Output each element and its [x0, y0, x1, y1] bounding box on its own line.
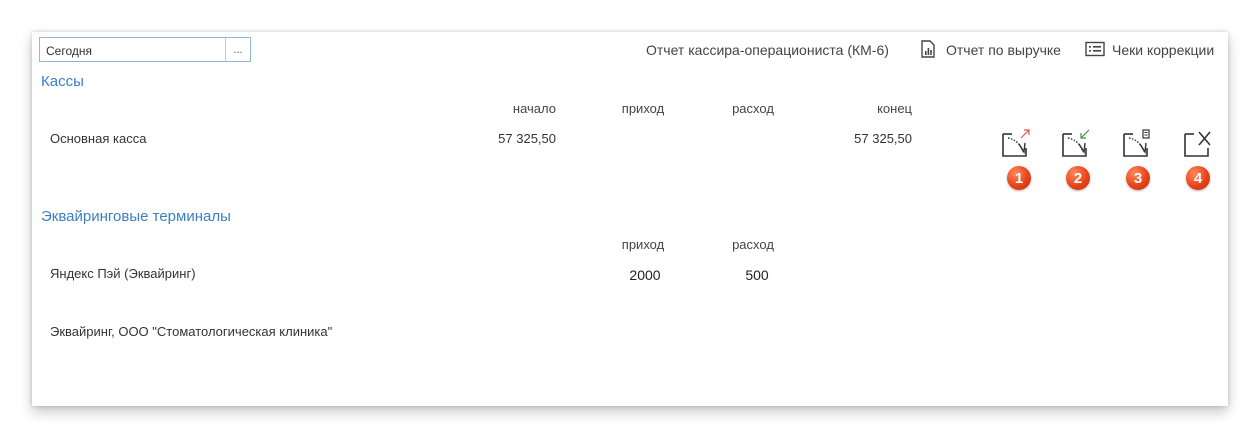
badge-4: 4 [1186, 166, 1210, 190]
badge-1: 1 [1007, 166, 1031, 190]
report-chart-icon[interactable] [920, 40, 936, 58]
terminal-expense: 500 [745, 267, 769, 283]
cash-in-icon[interactable] [1000, 128, 1032, 160]
register-start: 57 325,50 [498, 131, 556, 146]
terminal-header-income: приход [621, 237, 665, 252]
terminal-name[interactable]: Яндекс Пэй (Эквайринг) [50, 266, 196, 281]
close-shift-icon[interactable] [1182, 128, 1214, 160]
header-end: конец [877, 101, 912, 116]
cash-out-icon[interactable] [1060, 128, 1092, 160]
header-income: приход [621, 101, 665, 116]
period-value[interactable]: Сегодня [46, 44, 92, 58]
header-start: начало [512, 101, 556, 116]
badge-2: 2 [1066, 166, 1090, 190]
cash-panel: Сегодня ... Отчет кассира-операциониста … [32, 32, 1228, 406]
km6-report-link[interactable]: Отчет кассира-операциониста (КМ-6) [646, 42, 889, 58]
period-select-button[interactable]: ... [225, 38, 250, 61]
terminals-title: Эквайринговые терминалы [41, 208, 231, 225]
terminal-header-expense: расход [732, 237, 774, 252]
terminal-name[interactable]: Эквайринг, ООО "Стоматологическая клиник… [50, 324, 332, 339]
header-expense: расход [732, 101, 774, 116]
correction-receipts-link[interactable]: Чеки коррекции [1112, 42, 1214, 58]
badge-3: 3 [1126, 166, 1150, 190]
cash-receipt-icon[interactable] [1121, 128, 1153, 160]
period-field[interactable]: Сегодня ... [39, 37, 251, 62]
register-end: 57 325,50 [854, 131, 912, 146]
revenue-report-link[interactable]: Отчет по выручке [946, 42, 1061, 58]
receipts-list-icon[interactable] [1085, 41, 1105, 57]
register-name[interactable]: Основная касса [50, 131, 146, 146]
cash-registers-title: Кассы [41, 73, 84, 90]
terminal-income: 2000 [629, 267, 661, 283]
